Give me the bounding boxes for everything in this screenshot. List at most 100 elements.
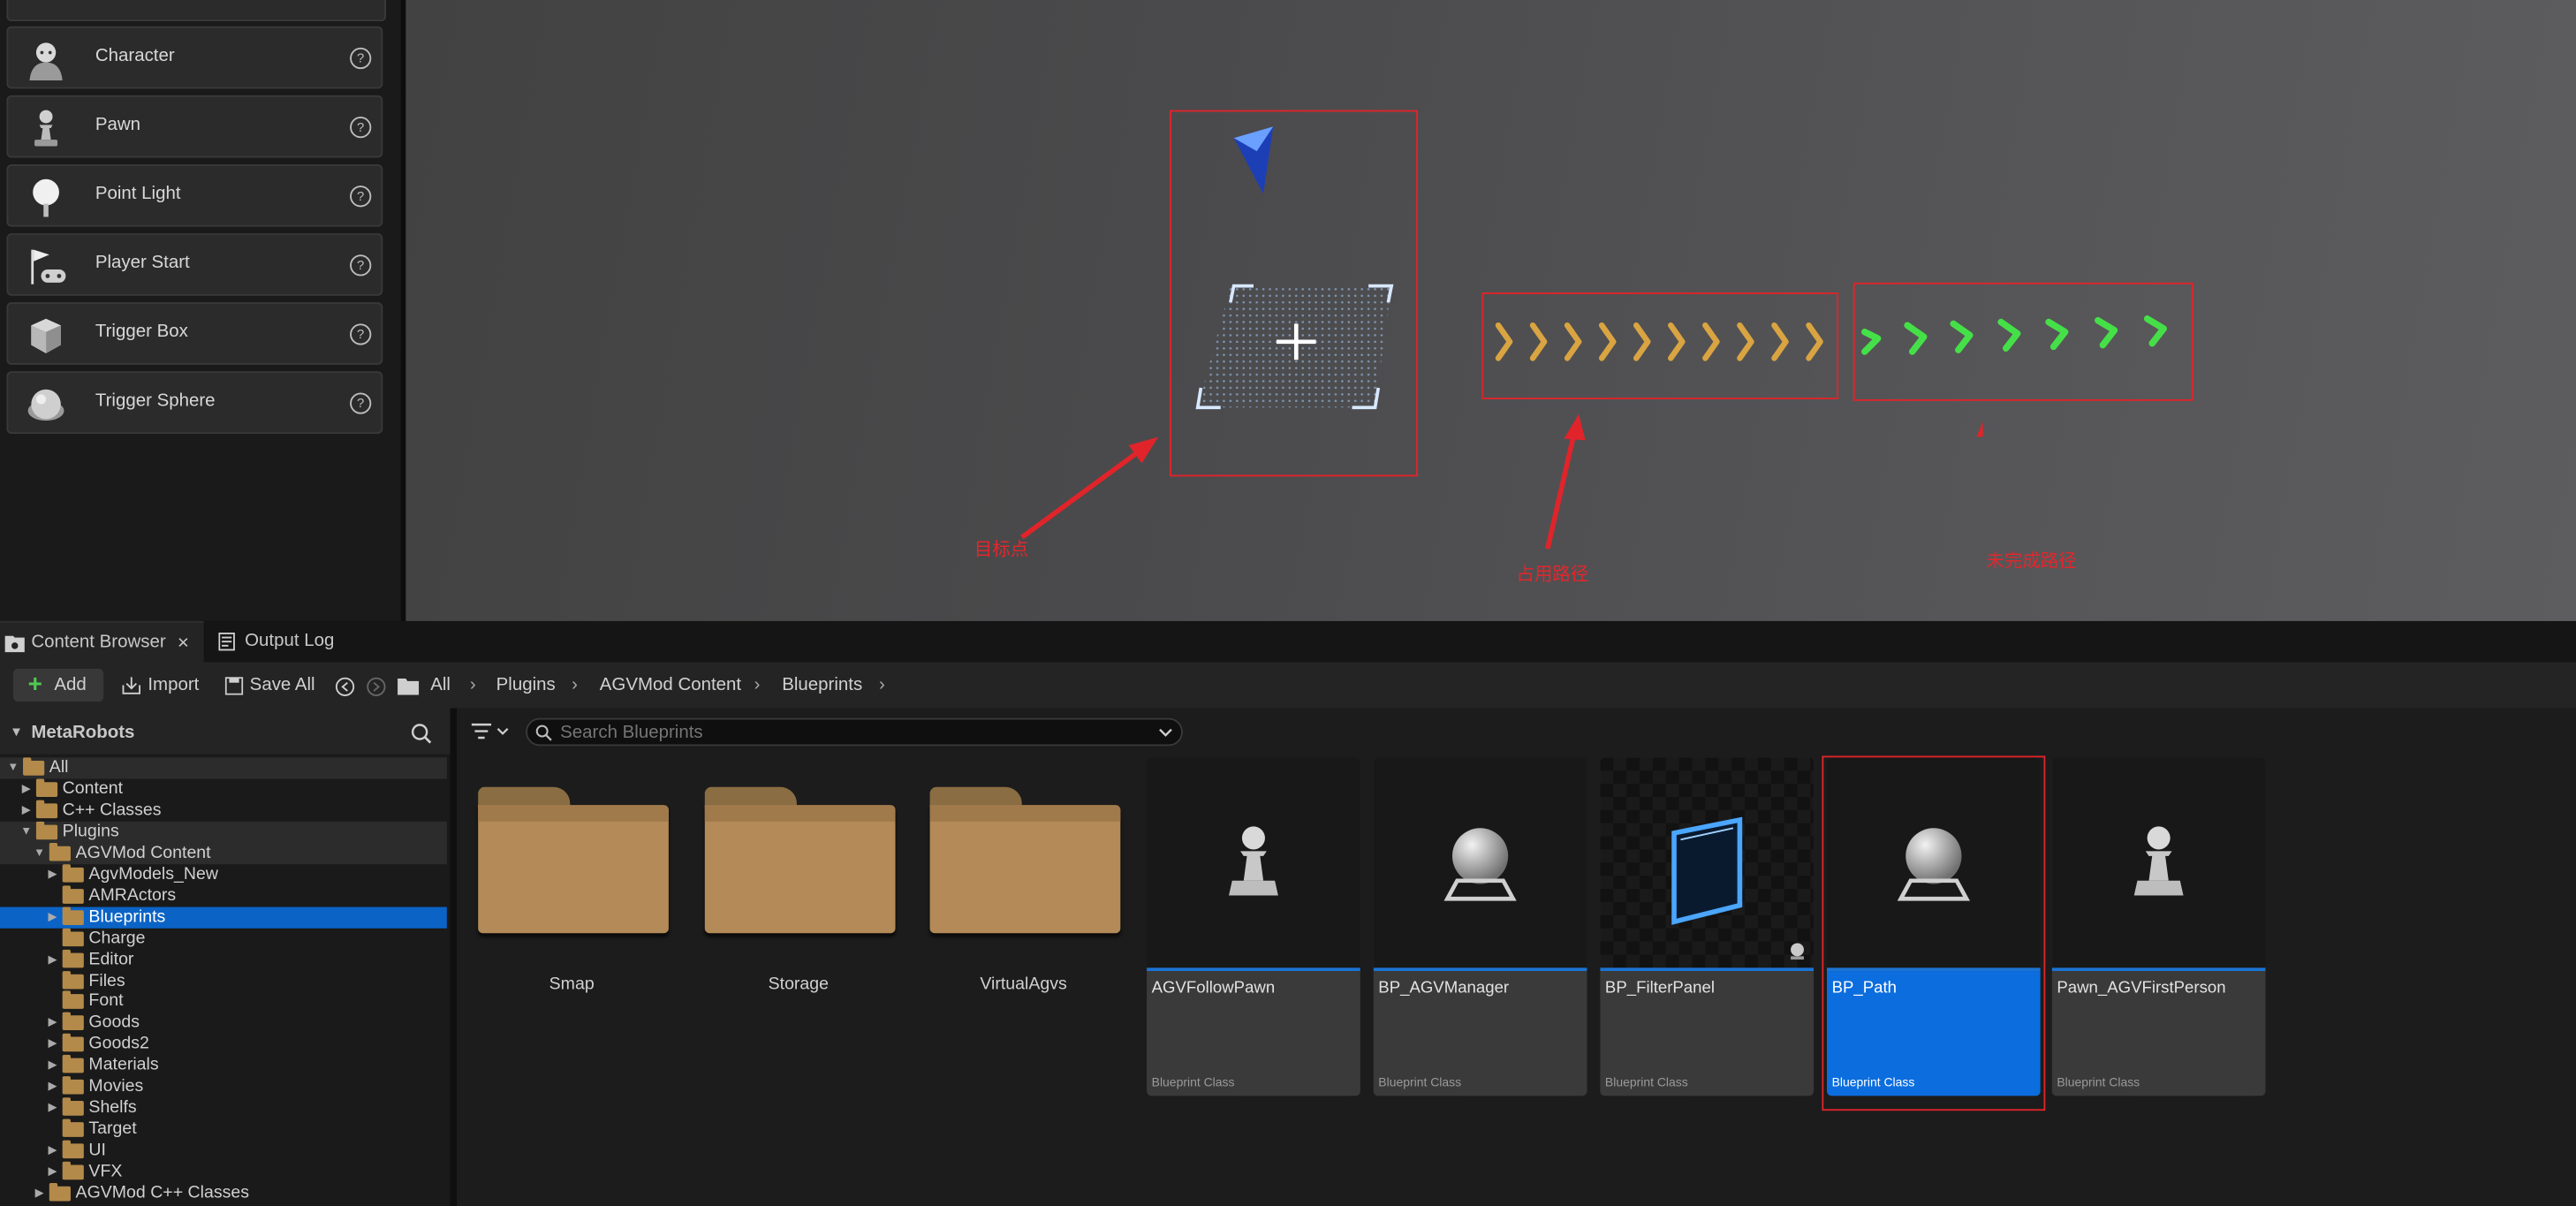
add-button[interactable]: + Add — [12, 668, 104, 702]
asset-tile-pawn-agvfirstperson[interactable]: Pawn_AGVFirstPerson Blueprint Class — [2051, 757, 2266, 1096]
folder-icon — [62, 927, 84, 946]
tree-item-label: Editor — [88, 949, 134, 969]
collapsed-arrow-icon[interactable]: ▶ — [46, 864, 59, 885]
search-icon[interactable] — [411, 723, 432, 744]
folder-icon — [23, 757, 45, 776]
folder-name: Storage — [768, 974, 830, 995]
tab-label: Output Log — [245, 631, 335, 651]
tree-item-agvmod-c-classes[interactable]: ▶ AGVMod C++ Classes — [0, 1182, 447, 1204]
collapsed-arrow-icon[interactable]: ▶ — [46, 1162, 59, 1183]
tree-item-font[interactable]: Font — [0, 991, 447, 1013]
actor-item-player-start[interactable]: Player Start ? — [6, 233, 383, 296]
tree-item-amractors[interactable]: AMRActors — [0, 885, 447, 906]
tree-item-materials[interactable]: ▶ Materials — [0, 1055, 447, 1076]
collapsed-arrow-icon[interactable]: ▶ — [46, 1141, 59, 1162]
tree-item-all[interactable]: ▼ All — [0, 757, 447, 779]
breadcrumb-all[interactable]: All — [430, 669, 451, 702]
tree-item-goods2[interactable]: ▶ Goods2 — [0, 1034, 447, 1055]
tree-item-shelfs[interactable]: ▶ Shelfs — [0, 1097, 447, 1119]
asset-info: BP_AGVManager Blueprint Class — [1373, 971, 1587, 1096]
collapsed-arrow-icon[interactable]: ▶ — [46, 1077, 59, 1098]
chevron-down-icon[interactable] — [1158, 728, 1173, 738]
filter-icon[interactable] — [471, 723, 511, 740]
collapsed-arrow-icon[interactable]: ▶ — [46, 1098, 59, 1119]
folder-tile-virtualagvs[interactable]: VirtualAgvs — [925, 780, 1122, 1002]
level-viewport[interactable]: 目标点 占用路径 未完成路径 — [405, 0, 2576, 621]
tree-item-ui[interactable]: ▶ UI — [0, 1140, 447, 1162]
collapsed-arrow-icon[interactable]: ▶ — [46, 906, 59, 928]
annotation-arrows — [1020, 413, 1983, 550]
collapse-arrow-icon[interactable]: ▼ — [10, 724, 23, 740]
search-box[interactable] — [526, 717, 1183, 747]
actor-item-character[interactable]: Character ? — [6, 26, 383, 89]
folder-tile-storage[interactable]: Storage — [700, 780, 897, 1002]
tree-item-movies[interactable]: ▶ Movies — [0, 1077, 447, 1098]
asset-tile-bp-filterpanel[interactable]: BP_FilterPanel Blueprint Class — [1600, 757, 1815, 1096]
collapsed-arrow-icon[interactable]: ▶ — [33, 1183, 46, 1204]
tree-item-blueprints[interactable]: ▶ Blueprints — [0, 906, 447, 929]
collapsed-arrow-icon[interactable]: ▶ — [46, 949, 59, 970]
back-icon[interactable] — [335, 677, 355, 696]
help-icon[interactable]: ? — [350, 254, 372, 277]
help-icon[interactable]: ? — [350, 323, 372, 345]
tree-item-label: Shelfs — [88, 1097, 137, 1118]
tree-item-label: Files — [88, 970, 125, 990]
folder-icon[interactable] — [398, 677, 420, 695]
expanded-arrow-icon[interactable]: ▼ — [6, 757, 19, 778]
asset-type: Blueprint Class — [2057, 1074, 2140, 1089]
tab-content-browser[interactable]: Content Browser × — [0, 620, 204, 664]
actor-item-point-light[interactable]: Point Light ? — [6, 163, 383, 227]
forward-icon[interactable] — [367, 677, 386, 696]
tree-item-charge[interactable]: Charge — [0, 927, 447, 949]
tree-divider[interactable] — [450, 708, 457, 1206]
tree-item-agvmod-content[interactable]: ▼ AGVMod Content — [0, 842, 447, 864]
actor-item-pawn[interactable]: Pawn ? — [6, 95, 383, 158]
actor-item-partial[interactable] — [6, 0, 387, 22]
breadcrumb-blueprints[interactable]: Blueprints — [782, 669, 862, 702]
asset-tile-bp-agvmanager[interactable]: BP_AGVManager Blueprint Class — [1373, 757, 1587, 1096]
save-all-button[interactable]: Save All — [224, 669, 321, 702]
annotation-occupied-path: 占用路径 — [1516, 565, 1589, 586]
help-icon[interactable]: ? — [350, 47, 372, 70]
tree-item-c-classes[interactable]: ▶ C++ Classes — [0, 800, 447, 821]
asset-type: Blueprint Class — [1378, 1074, 1462, 1089]
annotation-unfinished-path: 未完成路径 — [1986, 551, 2077, 573]
tree-item-vfx[interactable]: ▶ VFX — [0, 1162, 447, 1183]
folder-icon — [929, 786, 1121, 934]
collapsed-arrow-icon[interactable]: ▶ — [46, 1055, 59, 1076]
breadcrumb-agvmod-content[interactable]: AGVMod Content — [600, 669, 741, 702]
collapsed-arrow-icon[interactable]: ▶ — [19, 778, 33, 800]
folder-icon — [62, 1076, 84, 1096]
tree-item-target[interactable]: Target — [0, 1119, 447, 1141]
tree-item-content[interactable]: ▶ Content — [0, 778, 447, 800]
expanded-arrow-icon[interactable]: ▼ — [19, 822, 33, 843]
tree-item-label: Plugins — [62, 821, 119, 841]
collapsed-arrow-icon[interactable]: ▶ — [19, 800, 33, 821]
actor-item-trigger-sphere[interactable]: Trigger Sphere ? — [6, 371, 383, 434]
import-button[interactable]: Import — [122, 669, 208, 702]
expanded-arrow-icon[interactable]: ▼ — [33, 843, 46, 864]
search-input[interactable] — [560, 719, 1152, 745]
tree-item-label: AMRActors — [88, 884, 177, 906]
collapsed-arrow-icon[interactable]: ▶ — [46, 1034, 59, 1055]
collapsed-arrow-icon[interactable]: ▶ — [46, 1013, 59, 1034]
tree-item-editor[interactable]: ▶ Editor — [0, 949, 447, 970]
folder-icon — [62, 970, 84, 989]
close-icon[interactable]: × — [178, 623, 189, 664]
breadcrumb-plugins[interactable]: Plugins — [496, 669, 556, 702]
tree-item-agvmodels-new[interactable]: ▶ AgvModels_New — [0, 864, 447, 885]
tree-item-goods[interactable]: ▶ Goods — [0, 1013, 447, 1034]
tree-item-files[interactable]: Files — [0, 970, 447, 991]
tab-output-log[interactable]: Output Log — [210, 621, 375, 662]
help-icon[interactable]: ? — [350, 117, 372, 139]
actor-item-trigger-box[interactable]: Trigger Box ? — [6, 302, 383, 365]
save-all-label: Save All — [249, 675, 315, 695]
help-icon[interactable]: ? — [350, 186, 372, 208]
add-label: Add — [54, 675, 87, 695]
help-icon[interactable]: ? — [350, 392, 372, 414]
tree-item-label: VFX — [88, 1161, 123, 1182]
tree-item-plugins[interactable]: ▼ Plugins — [0, 821, 447, 843]
asset-tile-agvfollowpawn[interactable]: AGVFollowPawn Blueprint Class — [1147, 757, 1360, 1096]
folder-tile-smap[interactable]: Smap — [474, 780, 671, 1002]
asset-info: Pawn_AGVFirstPerson Blueprint Class — [2051, 971, 2266, 1096]
